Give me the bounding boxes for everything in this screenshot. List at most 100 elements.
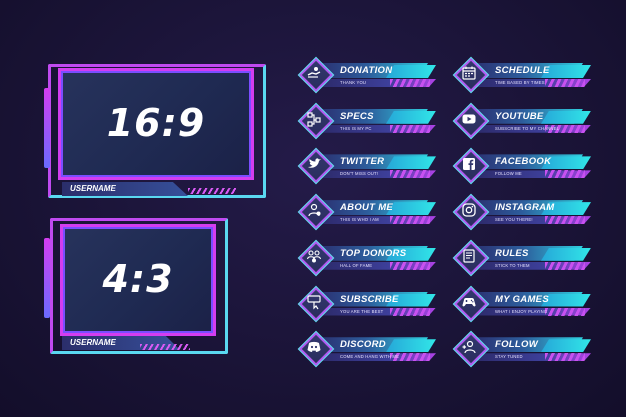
donors-group-icon xyxy=(306,250,322,263)
panel-icon-badge xyxy=(454,332,488,367)
panel-stripes xyxy=(545,261,585,270)
facebook-icon xyxy=(463,158,475,171)
aspect-ratio-label: 16:9 xyxy=(106,101,206,145)
panel-caption: HALL OF FAME xyxy=(340,262,373,268)
panel-stripes xyxy=(390,79,430,87)
discord-icon xyxy=(307,342,321,353)
panel-caption: WHAT I ENJOY PLAYING xyxy=(495,308,548,314)
panel-title: YOUTUBE xyxy=(495,110,544,122)
follow-user-icon xyxy=(462,341,476,354)
panel-stripes xyxy=(545,170,585,179)
panel-donation: DONATION THANK YOU xyxy=(298,56,440,92)
frame-16-9: 16:9 USERNAME xyxy=(44,58,268,198)
panel-icon-badge xyxy=(299,195,333,230)
panel-title: SCHEDULE xyxy=(495,65,550,76)
panel-stripes xyxy=(545,353,585,362)
panel-icon-badge xyxy=(299,58,333,92)
panel-title: MY GAMES xyxy=(495,293,549,305)
panel-caption: FOLLOW ME xyxy=(495,171,522,177)
panel-caption: DON'T MISS OUT! xyxy=(340,171,379,177)
youtube-play-icon xyxy=(462,114,476,124)
panel-caption: THIS IS MY PC xyxy=(340,125,372,131)
panel-icon-badge xyxy=(299,286,333,321)
frame-glow xyxy=(44,238,50,318)
panel-my-games: MY GAMES WHAT I ENJOY PLAYING xyxy=(453,285,595,321)
panel-facebook: FACEBOOK FOLLOW ME xyxy=(453,147,595,184)
panel-youtube: YOUTUBE SUBSCRIBE TO MY CHANNEL xyxy=(453,102,595,138)
panel-schedule: SCHEDULE TIME BASED BY TIMES xyxy=(453,56,595,92)
panel-accent-bar xyxy=(386,110,436,124)
panel-icon-badge xyxy=(299,240,333,275)
panel-icon-badge xyxy=(454,195,488,230)
panel-top-donors: TOP DONORS HALL OF FAME xyxy=(298,239,440,275)
panel-caption: COME AND HANG WITH ME xyxy=(340,354,400,360)
panel-stripes xyxy=(390,170,430,179)
panel-title: RULES xyxy=(495,247,529,259)
panel-stripes xyxy=(390,307,430,316)
panel-title: DONATION xyxy=(340,65,393,76)
panel-accent-bar xyxy=(386,202,436,216)
panel-caption: YOU ARE THE BEST xyxy=(340,308,384,314)
panel-caption: SEE YOU THERE! xyxy=(495,217,533,223)
panel-stripes xyxy=(545,79,585,87)
panel-caption: SUBSCRIBE TO MY CHANNEL xyxy=(495,125,560,131)
panel-follow: FOLLOW STAY TUNED xyxy=(453,330,595,367)
panel-rules: RULES STICK TO THEM xyxy=(453,239,595,275)
panel-icon-badge xyxy=(454,149,488,184)
panel-accent-bar xyxy=(386,156,436,170)
panel-stripes xyxy=(545,216,585,225)
panel-accent-bar xyxy=(386,65,436,78)
panel-stripes xyxy=(390,261,430,270)
aspect-ratio-label: 4:3 xyxy=(102,257,174,301)
about-me-user-icon xyxy=(308,203,321,217)
panel-caption: STAY TUNED xyxy=(495,354,523,360)
panel-caption: THANK YOU xyxy=(340,80,367,85)
frame-screen: 4:3 xyxy=(60,224,216,336)
panel-stripes xyxy=(390,124,430,133)
username-bar: USERNAME xyxy=(62,182,188,196)
panel-twitter: TWITTER DON'T MISS OUT! xyxy=(298,147,440,184)
subscribe-click-icon xyxy=(307,294,321,309)
instagram-icon xyxy=(462,203,476,217)
calendar-icon xyxy=(462,66,476,80)
rules-scroll-icon xyxy=(463,249,475,263)
panel-stripes xyxy=(545,307,585,316)
panel-title: FOLLOW xyxy=(495,339,538,351)
panel-icon-badge xyxy=(454,240,488,275)
frame-screen: 16:9 xyxy=(58,68,254,180)
panel-icon-badge xyxy=(299,103,333,138)
panel-accent-bar xyxy=(541,339,591,353)
twitter-bird-icon xyxy=(308,158,321,169)
panel-icon-badge xyxy=(454,286,488,321)
panel-instagram: INSTAGRAM SEE YOU THERE! xyxy=(453,193,595,230)
panel-stripes xyxy=(390,216,430,225)
panel-title: TOP DONORS xyxy=(340,247,407,259)
panel-accent-bar xyxy=(541,110,591,124)
panel-title: INSTAGRAM xyxy=(495,202,555,214)
panel-about-me: ABOUT ME THIS IS WHO I AM xyxy=(298,193,440,230)
panel-specs: SPECS THIS IS MY PC xyxy=(298,102,440,138)
panel-discord: DISCORD COME AND HANG WITH ME xyxy=(298,330,440,367)
frame-stripes xyxy=(188,188,236,194)
panel-icon-badge xyxy=(299,149,333,184)
panel-icon-badge xyxy=(454,103,488,138)
frame-stripes xyxy=(140,344,190,350)
frame-4-3: 4:3 USERNAME xyxy=(44,214,228,360)
gamepad-icon xyxy=(462,297,476,306)
panel-icon-badge xyxy=(454,58,488,92)
panel-caption: STICK TO THEM xyxy=(495,262,530,268)
donation-hand-icon xyxy=(307,67,321,78)
panel-title: TWITTER xyxy=(340,156,385,168)
panel-title: SPECS xyxy=(340,110,374,122)
panel-accent-bar xyxy=(541,247,591,261)
panel-title: ABOUT ME xyxy=(340,202,394,214)
panel-title: SUBSCRIBE xyxy=(340,293,399,305)
panel-title: DISCORD xyxy=(340,339,386,351)
panel-title: FACEBOOK xyxy=(495,156,552,168)
panel-subscribe: SUBSCRIBE YOU ARE THE BEST xyxy=(298,285,440,321)
panel-caption: TIME BASED BY TIMES xyxy=(495,80,545,85)
panel-caption: THIS IS WHO I AM xyxy=(340,217,379,223)
frame-glow xyxy=(44,88,50,168)
specs-tree-icon xyxy=(307,112,321,127)
panel-accent-bar xyxy=(386,339,436,353)
